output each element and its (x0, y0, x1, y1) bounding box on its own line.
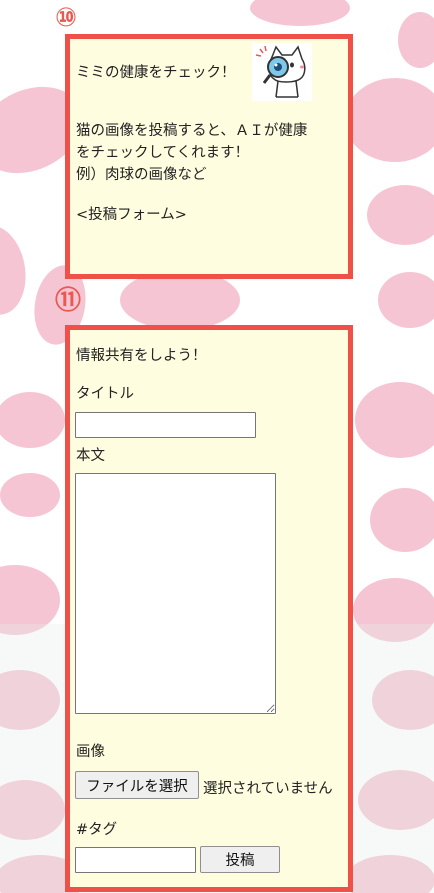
health-check-panel: ミミの健康をチェック！ 猫の画像を投稿すると、ＡＩが健康 をチェックしてくれます… (65, 34, 353, 279)
image-label: 画像 (76, 744, 105, 760)
tag-label: #タグ (76, 822, 118, 838)
title-label: タイトル (76, 386, 134, 402)
tag-input[interactable] (75, 847, 196, 873)
cat-with-magnifying-glass-icon (252, 43, 312, 101)
health-check-description-line2: をチェックしてくれます！ (76, 145, 250, 161)
submit-post-button[interactable]: 投稿 (200, 846, 280, 873)
health-check-heading: ミミの健康をチェック！ (76, 65, 236, 81)
health-check-form-placeholder: <投稿フォーム> (76, 207, 187, 223)
share-heading: 情報共有をしよう！ (76, 348, 207, 364)
choose-file-button[interactable]: ファイルを選択 (75, 771, 199, 799)
body-label: 本文 (76, 448, 105, 464)
share-info-panel: 情報共有をしよう！ タイトル 本文 画像 ファイルを選択 選択されていません #… (65, 325, 353, 892)
health-check-example: 例）肉球の画像など (76, 167, 207, 183)
step-marker-11: ⑪ (55, 286, 82, 316)
health-check-description-line1: 猫の画像を投稿すると、ＡＩが健康 (76, 123, 308, 139)
step-marker-10: ⑩ (55, 3, 78, 33)
title-input[interactable] (75, 412, 256, 438)
body-textarea[interactable] (75, 473, 276, 714)
file-status-text: 選択されていません (203, 781, 333, 797)
